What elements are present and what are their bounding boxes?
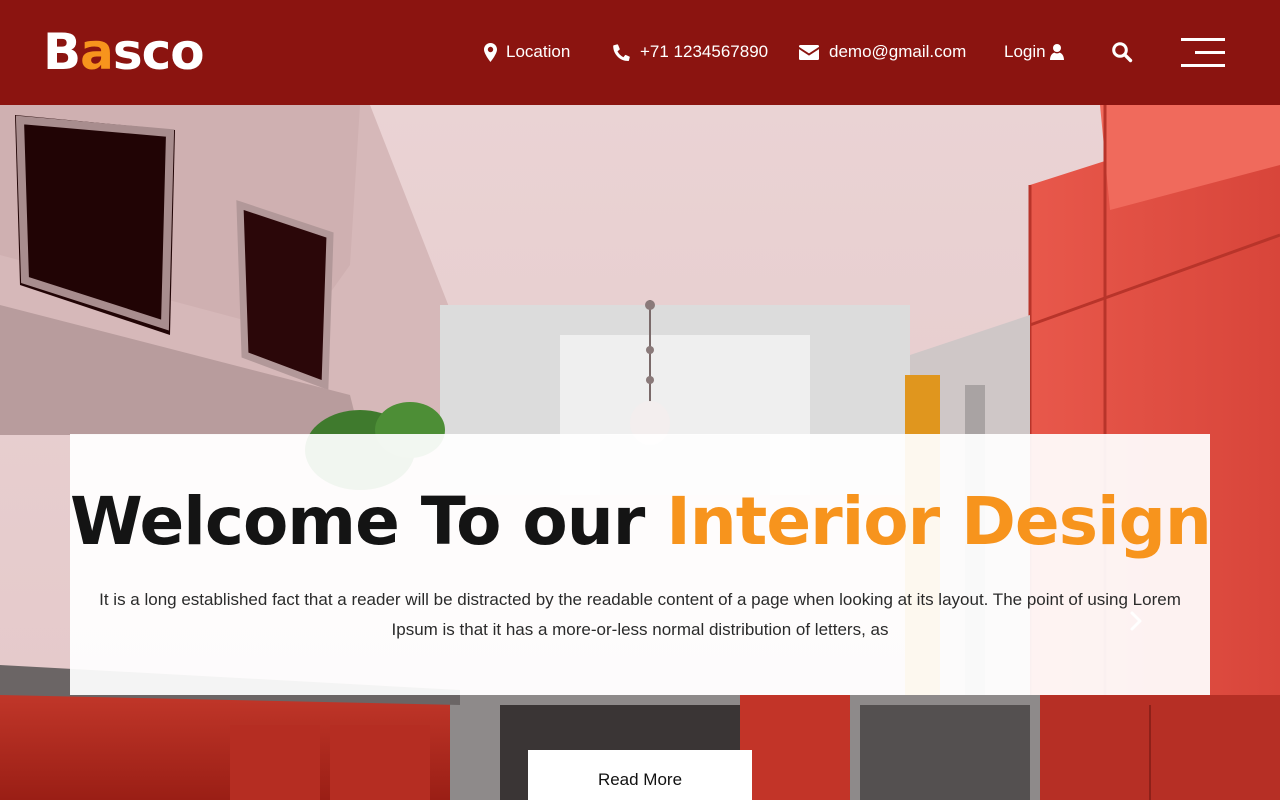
login-label: Login — [1004, 42, 1046, 61]
chevron-right-icon — [1130, 611, 1142, 631]
user-icon — [1049, 44, 1064, 60]
site-header: Basco Location +71 1234567890 demo@gmail… — [0, 0, 1280, 105]
hero-caption: Welcome To our Interior Design It is a l… — [70, 434, 1212, 695]
hero-title-highlight: Interior Design — [666, 483, 1212, 560]
logo-letter-b: B — [43, 23, 81, 81]
nav-location-link[interactable]: Location — [484, 39, 570, 65]
nav-email-label: demo@gmail.com — [829, 42, 967, 61]
slider-next-button[interactable] — [1126, 608, 1146, 634]
nav-location-label: Location — [506, 42, 571, 61]
nav-phone-link[interactable]: +71 1234567890 — [613, 39, 768, 65]
logo-letter-a: a — [80, 23, 114, 81]
login-link[interactable]: Login — [1004, 39, 1064, 65]
hamburger-menu-icon — [1181, 38, 1225, 41]
phone-icon — [613, 43, 630, 61]
logo-letters-sco: sco — [112, 23, 205, 81]
nav-phone-label: +71 1234567890 — [640, 42, 769, 61]
search-button[interactable] — [1111, 41, 1133, 63]
search-icon — [1112, 42, 1133, 63]
hamburger-line — [1181, 64, 1225, 67]
hero-slider: Welcome To our Interior Design It is a l… — [0, 105, 1280, 800]
hero-title: Welcome To our Interior Design — [70, 482, 1212, 562]
menu-toggle-button[interactable] — [1181, 38, 1225, 68]
hero-title-main: Welcome To our — [70, 483, 667, 560]
map-marker-icon — [484, 42, 497, 62]
hero-description: It is a long established fact that a rea… — [99, 590, 1181, 639]
nav-email-link[interactable]: demo@gmail.com — [799, 39, 966, 65]
read-more-button[interactable]: Read More — [528, 750, 752, 800]
envelope-icon — [799, 44, 819, 60]
hamburger-line — [1195, 51, 1225, 54]
logo[interactable]: Basco — [43, 23, 205, 81]
